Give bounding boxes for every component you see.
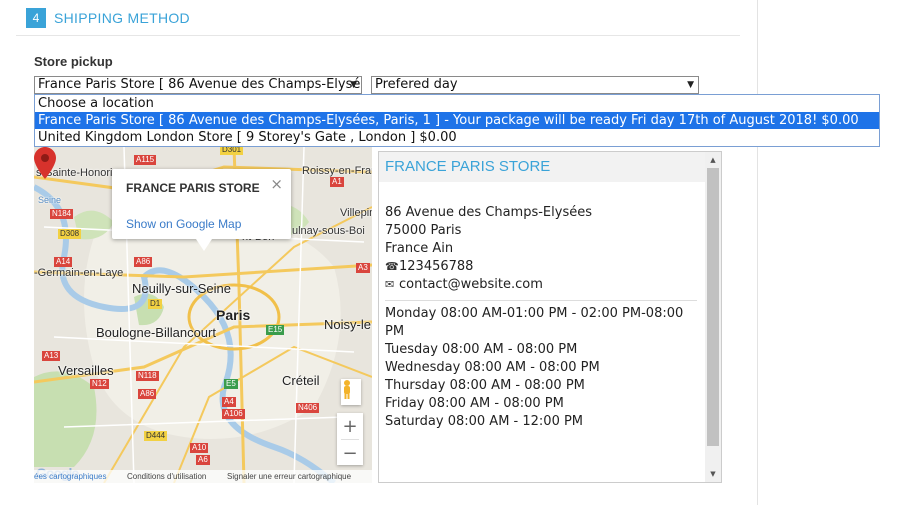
road-badge: N184 xyxy=(50,209,74,219)
store-opening-hours: Monday 08:00 AM-01:00 PM - 02:00 PM-08:0… xyxy=(385,300,697,431)
road-badge: A86 xyxy=(134,257,153,267)
map-footer: ées cartographiques Conditions d'utilisa… xyxy=(34,470,372,483)
store-map[interactable]: s-Sainte-Honorine Roissy-en-France Ville… xyxy=(34,147,372,483)
road-badge: N12 xyxy=(90,379,109,389)
store-info-panel: FRANCE PARIS STORE 86 Avenue des Champs-… xyxy=(378,151,722,483)
opening-hours-row: Thursday 08:00 AM - 08:00 PM xyxy=(385,378,585,393)
map-data-link[interactable]: ées cartographiques xyxy=(34,472,107,481)
road-badge: N406 xyxy=(296,403,320,413)
map-river-label: Seine xyxy=(38,195,62,205)
road-badge: A13 xyxy=(42,351,61,361)
store-address-line1: 86 Avenue des Champs-Elysées xyxy=(385,205,592,220)
opening-hours-row: Wednesday 08:00 AM - 08:00 PM xyxy=(385,360,600,375)
store-info-header: FRANCE PARIS STORE xyxy=(379,152,705,182)
road-badge: A10 xyxy=(190,443,209,453)
dropdown-option[interactable]: United Kingdom London Store [ 9 Storey's… xyxy=(35,129,879,146)
road-badge: D308 xyxy=(58,229,82,239)
map-place-label: ulnay-sous-Boi xyxy=(292,225,365,237)
road-badge: A4 xyxy=(222,397,236,407)
road-badge: A3 xyxy=(356,263,370,273)
map-place-label: Roissy-en-France xyxy=(302,165,372,177)
map-place-label: -Germain-en-Laye xyxy=(34,267,124,279)
step-header: 4 SHIPPING METHOD xyxy=(26,6,190,30)
report-map-error-link[interactable]: Signaler une erreur cartographique xyxy=(227,472,351,481)
road-badge: A6 xyxy=(196,455,210,465)
store-name: FRANCE PARIS STORE xyxy=(385,158,551,175)
road-badge: D444 xyxy=(144,431,168,441)
store-address-line2: 75000 Paris xyxy=(385,223,462,238)
road-badge: N118 xyxy=(136,371,159,381)
store-address-line3: France Ain xyxy=(385,241,454,256)
street-view-pegman-icon[interactable] xyxy=(341,379,361,405)
opening-hours-row: Saturday 08:00 AM - 12:00 PM xyxy=(385,414,584,429)
envelope-icon: ✉ xyxy=(385,278,395,291)
road-badge: D1 xyxy=(148,299,163,309)
scroll-down-arrow-icon[interactable]: ▼ xyxy=(705,466,721,482)
close-icon[interactable]: × xyxy=(270,175,283,193)
store-location-dropdown: Choose a location France Paris Store [ 8… xyxy=(34,94,880,147)
dropdown-option[interactable]: Choose a location xyxy=(35,95,879,112)
map-place-label: Boulogne-Billancourt xyxy=(96,325,216,340)
road-badge: A14 xyxy=(54,257,73,267)
map-place-label: Paris xyxy=(216,307,251,323)
store-email-value: contact@website.com xyxy=(399,277,543,292)
scrollbar-thumb[interactable] xyxy=(707,168,719,446)
chevron-down-icon: ▼ xyxy=(687,80,694,90)
store-info-scrollbar[interactable]: ▲ ▼ xyxy=(705,152,721,482)
dropdown-option-selected[interactable]: France Paris Store [ 86 Avenue des Champ… xyxy=(35,112,879,129)
store-pickup-label: Store pickup xyxy=(34,54,113,69)
scroll-up-arrow-icon[interactable]: ▲ xyxy=(705,152,721,168)
road-badge: E15 xyxy=(266,325,285,335)
road-badge: E5 xyxy=(224,379,238,389)
road-badge: A106 xyxy=(222,409,245,419)
store-phone-value: 123456788 xyxy=(399,259,474,274)
preferred-day-select-value: Prefered day xyxy=(375,77,458,92)
opening-hours-row: Friday 08:00 AM - 08:00 PM xyxy=(385,396,564,411)
info-window-title: FRANCE PARIS STORE xyxy=(126,181,260,195)
chevron-down-icon: ▼ xyxy=(350,80,357,90)
road-badge: A115 xyxy=(134,155,157,165)
map-place-label: Versailles xyxy=(58,363,114,378)
road-badge: D301 xyxy=(220,147,244,155)
road-badge: A86 xyxy=(138,389,157,399)
step-number-badge: 4 xyxy=(26,8,46,28)
preferred-day-select[interactable]: Prefered day ▼ xyxy=(371,76,699,94)
phone-icon: ☎ xyxy=(385,260,399,273)
map-place-label: Créteil xyxy=(282,373,320,388)
step-title: SHIPPING METHOD xyxy=(54,10,190,26)
step-divider xyxy=(16,35,740,36)
road-badge: A1 xyxy=(330,177,344,187)
store-email: ✉ contact@website.com xyxy=(385,276,697,294)
map-marker-icon[interactable] xyxy=(34,147,56,179)
show-on-google-map-link[interactable]: Show on Google Map xyxy=(126,217,241,231)
zoom-out-button[interactable]: − xyxy=(337,440,363,466)
map-place-label: Noisy-le xyxy=(324,317,371,332)
store-location-select[interactable]: France Paris Store [ 86 Avenue des Champ… xyxy=(34,76,362,94)
map-place-label: Villepin xyxy=(340,207,372,219)
zoom-in-button[interactable]: + xyxy=(337,413,363,439)
map-zoom-control: + − xyxy=(337,413,363,465)
opening-hours-row: Monday 08:00 AM-01:00 PM - 02:00 PM-08:0… xyxy=(385,306,684,339)
map-place-label: Neuilly-sur-Seine xyxy=(132,281,231,296)
opening-hours-row: Tuesday 08:00 AM - 08:00 PM xyxy=(385,342,578,357)
store-info-body: 86 Avenue des Champs-Elysées 75000 Paris… xyxy=(385,204,697,431)
page-divider xyxy=(757,0,758,505)
store-phone: ☎123456788 xyxy=(385,258,697,276)
store-location-select-value: France Paris Store [ 86 Avenue des Champ… xyxy=(38,77,361,92)
terms-of-use-link[interactable]: Conditions d'utilisation xyxy=(127,472,206,481)
map-info-window: FRANCE PARIS STORE × Show on Google Map xyxy=(112,169,291,251)
